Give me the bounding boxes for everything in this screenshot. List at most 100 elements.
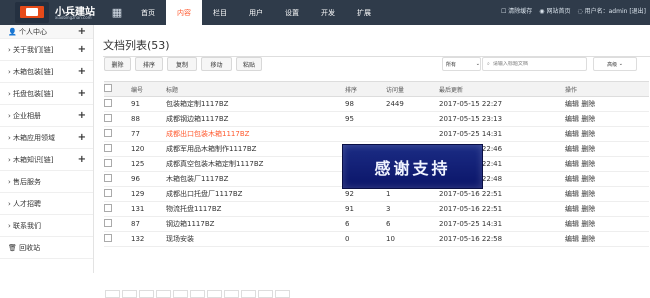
table-row[interactable]: 77 成都出口包装木箱1117BZ 2017-05-25 14:31 编辑 删除 [104,126,649,142]
chevron-right-icon: › 木箱应用领域 [8,133,56,142]
nav-extensions[interactable]: 扩展 [346,0,382,25]
row-title[interactable]: 成都钢边箱1117BZ [166,111,345,127]
sidebar-item-recycle-bin[interactable]: 🗑 回收站 [0,237,93,259]
table-row[interactable]: 87 钢边箱1117BZ 6 6 2017-05-25 14:31 编辑 删除 [104,216,649,232]
row-checkbox[interactable] [104,96,131,112]
row-checkbox[interactable] [104,216,131,232]
row-title[interactable]: 现场安装 [166,231,345,247]
site-logo[interactable]: 小兵建站 xiaobingzhan.com [0,0,104,25]
plus-icon[interactable]: + [78,66,86,77]
clear-cache-link[interactable]: ☐ 清除缓存 [501,6,532,15]
row-actions[interactable]: 编辑 删除 [565,231,649,247]
row-updated: 2017-05-15 22:27 [439,96,565,112]
row-checkbox[interactable] [104,186,131,202]
row-checkbox-box[interactable] [104,159,112,167]
filter-select[interactable]: 所有 ⌄ [442,57,481,71]
page-button[interactable] [224,290,239,298]
row-checkbox-box[interactable] [104,99,112,107]
plus-icon[interactable]: + [78,88,86,99]
row-checkbox-box[interactable] [104,114,112,122]
row-actions[interactable]: 编辑 删除 [565,186,649,202]
page-button[interactable] [207,290,222,298]
row-checkbox[interactable] [104,126,131,142]
user-menu[interactable]: ◌ 用户名：admin [退出] [577,6,646,15]
table-row[interactable]: 91 包装箱定制1117BZ 98 2449 2017-05-15 22:27 编辑 删除 [104,96,649,112]
row-actions[interactable]: 编辑 删除 [565,216,649,232]
chevron-right-icon: › 企业相册 [8,111,42,120]
row-checkbox[interactable] [104,111,131,127]
row-checkbox[interactable] [104,141,131,157]
row-checkbox-box[interactable] [104,129,112,137]
page-button[interactable] [105,290,120,298]
search-input[interactable] [492,61,573,67]
sort-button[interactable]: 排序 [135,57,163,71]
page-button[interactable] [156,290,171,298]
row-checkbox[interactable] [104,171,131,187]
sidebar-item-knowledge[interactable]: › 木箱知识[链] + [0,149,93,171]
plus-icon[interactable]: + [78,44,86,55]
row-checkbox-box[interactable] [104,189,112,197]
nav-home[interactable]: 首页 [130,0,166,25]
sidebar-item-pallet-packaging[interactable]: › 托盘包装[链] + [0,83,93,105]
paste-button[interactable]: 粘贴 [236,57,262,71]
page-button[interactable] [275,290,290,298]
move-button[interactable]: 移动 [201,57,232,71]
sidebar-item-about[interactable]: › 关于我们[链] + [0,39,93,61]
page-button[interactable] [258,290,273,298]
row-actions[interactable]: 编辑 删除 [565,171,649,187]
row-checkbox-box[interactable] [104,174,112,182]
page-button[interactable] [173,290,188,298]
row-title[interactable]: 成都出口托盘厂1117BZ [166,186,345,202]
row-actions[interactable]: 编辑 删除 [565,156,649,172]
row-checkbox-box[interactable] [104,234,112,242]
row-actions[interactable]: 编辑 删除 [565,201,649,217]
sidebar-item-application[interactable]: › 木箱应用领域 + [0,127,93,149]
sidebar-item-profile[interactable]: 👤 个人中心 + [0,25,93,39]
row-title[interactable]: 木箱包装厂1117BZ [166,171,345,187]
row-title[interactable]: 钢边箱1117BZ [166,216,345,232]
plus-icon[interactable]: + [78,154,86,165]
row-title[interactable]: 成都真空包装木箱定制1117BZ [166,156,345,172]
table-row[interactable]: 132 现场安装 0 10 2017-05-16 22:58 编辑 删除 [104,231,649,247]
nav-settings[interactable]: 设置 [274,0,310,25]
sidebar-item-wood-packaging[interactable]: › 木箱包装[链] + [0,61,93,83]
row-checkbox[interactable] [104,231,131,247]
row-title[interactable]: 物流托盘1117BZ [166,201,345,217]
search-box[interactable]: ⌕ [482,57,587,71]
row-checkbox-box[interactable] [104,204,112,212]
page-button[interactable] [122,290,137,298]
sidebar-item-album[interactable]: › 企业相册 + [0,105,93,127]
nav-content[interactable]: 内容 [166,0,202,25]
nav-users[interactable]: 用户 [238,0,274,25]
table-row[interactable]: 131 物流托盘1117BZ 91 3 2017-05-16 22:51 编辑 删除 [104,201,649,217]
menu-grid-icon[interactable]: ▦ [104,0,130,25]
advanced-search-button[interactable]: 高级 ⌄ [593,57,637,71]
row-checkbox[interactable] [104,201,131,217]
row-checkbox-box[interactable] [104,144,112,152]
delete-button[interactable]: 删除 [104,57,131,71]
sidebar-item-contact[interactable]: › 联系我们 [0,215,93,237]
page-button[interactable] [139,290,154,298]
plus-icon[interactable]: + [78,110,86,121]
row-title[interactable]: 包装箱定制1117BZ [166,96,345,112]
page-button[interactable] [241,290,256,298]
site-home-link[interactable]: ◉ 网站首页 [539,6,570,15]
page-button[interactable] [190,290,205,298]
row-actions[interactable]: 编辑 删除 [565,96,649,112]
row-actions[interactable]: 编辑 删除 [565,126,649,142]
row-checkbox-box[interactable] [104,219,112,227]
row-title[interactable]: 成都出口包装木箱1117BZ [166,126,345,142]
nav-column[interactable]: 栏目 [202,0,238,25]
table-row[interactable]: 88 成都钢边箱1117BZ 95 2017-05-15 23:13 编辑 删除 [104,111,649,127]
plus-icon[interactable]: + [78,26,86,37]
sidebar-item-recruitment[interactable]: › 人才招聘 [0,193,93,215]
nav-development[interactable]: 开发 [310,0,346,25]
row-actions[interactable]: 编辑 删除 [565,111,649,127]
copy-button[interactable]: 复制 [167,57,197,71]
row-title[interactable]: 成都军用品木箱制作1117BZ [166,141,345,157]
select-all-checkbox[interactable] [104,84,112,92]
plus-icon[interactable]: + [78,132,86,143]
row-actions[interactable]: 编辑 删除 [565,141,649,157]
row-checkbox[interactable] [104,156,131,172]
sidebar-item-service[interactable]: › 售后服务 [0,171,93,193]
